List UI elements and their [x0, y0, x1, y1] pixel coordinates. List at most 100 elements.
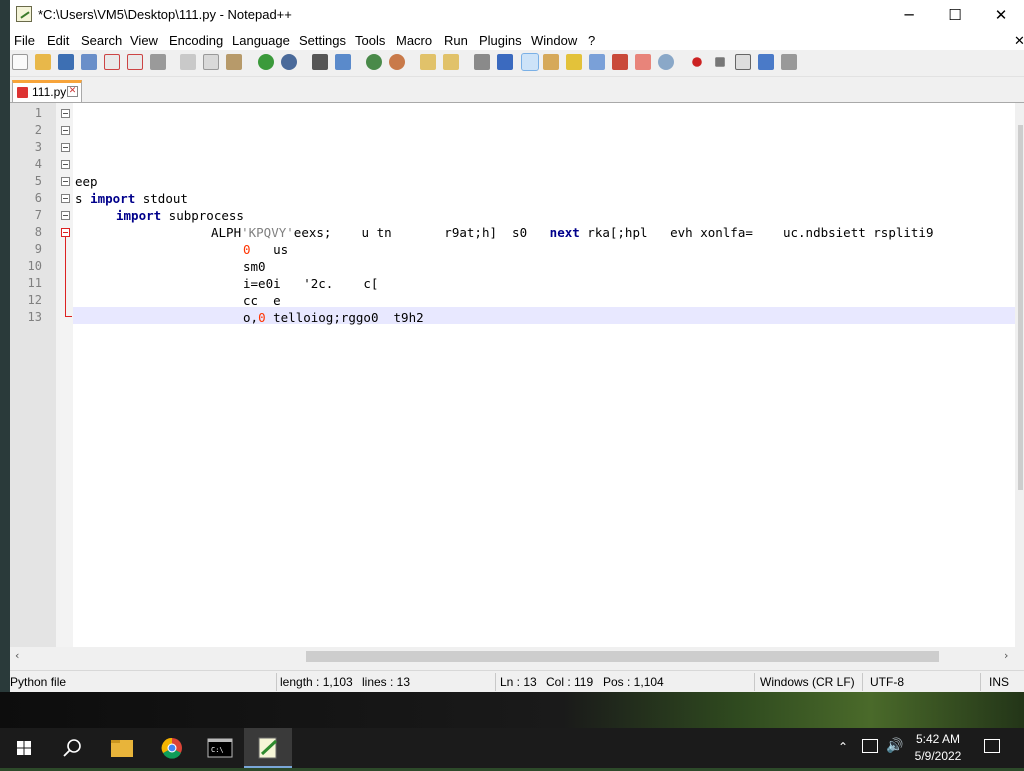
scroll-right-icon[interactable]: › [1004, 649, 1008, 662]
fold-toggle-icon[interactable] [61, 109, 70, 118]
menu-view[interactable]: View [130, 33, 158, 48]
folder-icon [111, 740, 133, 757]
function-list-icon[interactable] [612, 54, 628, 70]
menu-file[interactable]: File [14, 33, 35, 48]
scroll-left-icon[interactable]: ‹ [15, 649, 19, 662]
fold-toggle-icon[interactable] [61, 177, 70, 186]
windows-logo-icon [17, 741, 31, 755]
search-button[interactable] [48, 728, 96, 768]
fold-toggle-icon[interactable] [61, 211, 70, 220]
play-macro-icon[interactable] [735, 54, 751, 70]
notifications-icon[interactable] [984, 739, 1000, 753]
menu-run[interactable]: Run [444, 33, 468, 48]
replace-icon[interactable] [335, 54, 351, 70]
stop-macro-icon[interactable] [715, 57, 725, 67]
menu-search[interactable]: Search [81, 33, 122, 48]
code-editor[interactable]: 1 2 3 4 5 6 7 8 9 10 11 12 13 eep s impo… [10, 103, 1024, 647]
notepadpp-window: *C:\Users\VM5\Desktop\111.py - Notepad++… [10, 0, 1024, 693]
document-close-icon[interactable]: ✕ [1014, 33, 1024, 49]
record-macro-icon[interactable] [692, 57, 702, 67]
fold-toggle-icon[interactable] [61, 160, 70, 169]
tab-close-icon[interactable]: ✕ [67, 86, 78, 97]
fold-toggle-icon[interactable] [61, 143, 70, 152]
code-line-8: ALPH'KPQVY'eexs; u tn r9at;h] s0 next rk… [211, 225, 934, 240]
copy-icon[interactable] [203, 54, 219, 70]
tab-111-py[interactable]: 111.py ✕ [12, 80, 82, 102]
zoom-in-icon[interactable] [366, 54, 382, 70]
status-separator [862, 673, 863, 691]
folder-workspace-icon[interactable] [635, 54, 651, 70]
show-all-characters-icon[interactable] [497, 54, 513, 70]
save-all-icon[interactable] [81, 54, 97, 70]
define-language-icon[interactable] [543, 54, 559, 70]
network-icon[interactable] [862, 739, 878, 753]
code-line-5: eep [75, 174, 98, 189]
unsaved-icon [17, 87, 28, 98]
line-number-gutter: 1 2 3 4 5 6 7 8 9 10 11 12 13 [10, 103, 56, 647]
word-wrap-icon[interactable] [474, 54, 490, 70]
sync-vertical-icon[interactable] [420, 54, 436, 70]
redo-icon[interactable] [281, 54, 297, 70]
menu-bar: File Edit Search View Encoding Language … [10, 30, 1024, 50]
show-hidden-icons-icon[interactable]: ⌃ [838, 740, 848, 754]
desktop-wallpaper-strip [0, 692, 1024, 728]
menu-macro[interactable]: Macro [396, 33, 432, 48]
close-button[interactable]: ✕ [978, 0, 1024, 30]
new-file-icon[interactable] [12, 54, 28, 70]
status-lines: lines : 13 [362, 675, 411, 689]
paste-icon[interactable] [226, 54, 242, 70]
minimize-button[interactable]: ─ [886, 0, 932, 30]
open-file-icon[interactable] [35, 54, 51, 70]
status-insert-mode: INS [989, 675, 1010, 689]
taskbar-notepadpp[interactable] [244, 728, 292, 768]
clock-date[interactable]: 5/9/2022 [908, 749, 968, 763]
desktop-background [0, 0, 10, 692]
run-macro-multiple-icon[interactable] [758, 54, 774, 70]
menu-edit[interactable]: Edit [47, 33, 69, 48]
close-file-icon[interactable] [104, 54, 120, 70]
notepadpp-icon [16, 6, 32, 22]
menu-encoding[interactable]: Encoding [169, 33, 223, 48]
print-icon[interactable] [150, 54, 166, 70]
fold-toggle-active-icon[interactable] [61, 228, 70, 237]
vertical-scroll-thumb[interactable] [1018, 125, 1023, 490]
start-button[interactable] [0, 728, 48, 768]
menu-tools[interactable]: Tools [355, 33, 385, 48]
code-line-6: s import stdout [75, 191, 188, 206]
document-map-icon[interactable] [566, 54, 582, 70]
find-icon[interactable] [312, 54, 328, 70]
line-number: 5 [34, 174, 42, 188]
tab-label: 111.py [32, 85, 67, 99]
monitoring-icon[interactable] [658, 54, 674, 70]
indent-guide-icon[interactable] [521, 53, 539, 71]
fold-toggle-icon[interactable] [61, 126, 70, 135]
line-number: 6 [34, 191, 42, 205]
save-macro-icon[interactable] [781, 54, 797, 70]
document-list-icon[interactable] [589, 54, 605, 70]
zoom-out-icon[interactable] [389, 54, 405, 70]
menu-settings[interactable]: Settings [299, 33, 346, 48]
save-icon[interactable] [58, 54, 74, 70]
status-column: Col : 119 [546, 675, 594, 689]
cut-icon[interactable] [180, 54, 196, 70]
fold-toggle-icon[interactable] [61, 194, 70, 203]
close-all-icon[interactable] [127, 54, 143, 70]
menu-plugins[interactable]: Plugins [479, 33, 522, 48]
menu-language[interactable]: Language [232, 33, 290, 48]
taskbar-command-prompt[interactable]: C:\ [196, 728, 244, 768]
horizontal-scroll-thumb[interactable] [306, 651, 939, 662]
undo-icon[interactable] [258, 54, 274, 70]
status-encoding: UTF-8 [870, 675, 904, 689]
taskbar-file-explorer[interactable] [98, 728, 146, 768]
taskbar-chrome[interactable] [148, 728, 196, 768]
maximize-button[interactable]: ☐ [932, 0, 978, 30]
menu-window[interactable]: Window [531, 33, 577, 48]
line-number: 10 [27, 259, 42, 273]
line-number: 11 [27, 276, 42, 290]
window-title: *C:\Users\VM5\Desktop\111.py - Notepad++ [38, 7, 292, 22]
menu-help[interactable]: ? [588, 33, 595, 48]
code-line-10: sm0 [243, 259, 266, 274]
clock-time[interactable]: 5:42 AM [908, 732, 968, 746]
sync-horizontal-icon[interactable] [443, 54, 459, 70]
volume-icon[interactable]: 🔊 [886, 738, 903, 754]
